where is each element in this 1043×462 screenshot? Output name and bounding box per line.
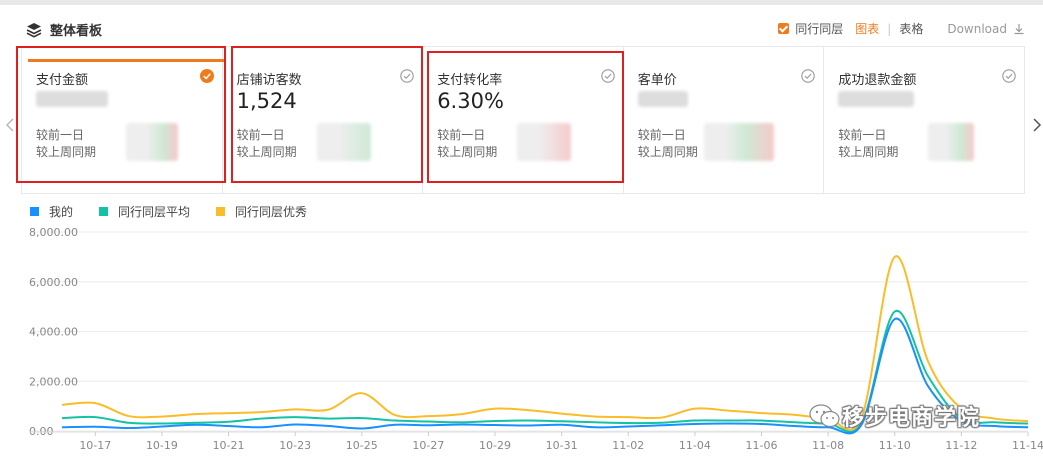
view-controls: 同行同层 图表 | 表格 Download xyxy=(778,20,1025,37)
download-icon[interactable] xyxy=(1013,23,1025,35)
metric-card-title: 成功退款金额 xyxy=(838,73,917,88)
masked-value xyxy=(637,91,688,107)
legend-item-peer-avg[interactable]: 同行同层平均 xyxy=(99,203,190,220)
chart-legend: 我的 同行同层平均 同行同层优秀 xyxy=(30,203,333,220)
legend-item-peer-top[interactable]: 同行同层优秀 xyxy=(216,203,307,220)
y-tick-label: 2,000.00 xyxy=(29,375,78,388)
legend-swatch xyxy=(216,207,226,216)
x-tick-label: 10-29 xyxy=(479,439,511,452)
cards-next-arrow[interactable] xyxy=(1032,118,1042,132)
legend-label: 我的 xyxy=(49,205,74,219)
x-tick-label: 10-21 xyxy=(213,439,245,452)
masked-compare xyxy=(928,123,975,161)
peer-checkbox-label[interactable]: 同行同层 xyxy=(795,20,843,37)
layers-icon xyxy=(26,22,42,38)
legend-swatch xyxy=(30,207,39,216)
view-separator: | xyxy=(887,21,892,36)
table-view-link[interactable]: 表格 xyxy=(899,20,923,37)
panel-header: 整体看板 同行同层 图表 | 表格 Download xyxy=(0,10,1043,46)
watermark-text: 移步电商学院 xyxy=(842,406,981,431)
x-tick-label: 10-25 xyxy=(346,439,378,452)
panel-title: 整体看板 xyxy=(50,24,103,39)
x-tick-label: 11-08 xyxy=(812,439,844,452)
metric-card-avg-order-value[interactable]: 客单价 较前一日 较上周同期 xyxy=(624,47,825,193)
masked-compare xyxy=(703,123,774,161)
x-tick-label: 11-04 xyxy=(679,439,711,452)
x-tick-label: 11-12 xyxy=(945,439,977,452)
metric-card-title: 客单价 xyxy=(637,73,677,88)
highlight-box-conversion xyxy=(427,51,624,183)
x-tick-label: 11-06 xyxy=(746,439,778,452)
top-divider xyxy=(0,0,1043,5)
download-link[interactable]: Download xyxy=(947,22,1007,36)
unselected-check-icon[interactable] xyxy=(801,69,816,83)
watermark: 移步电商学院 xyxy=(808,400,980,432)
x-tick-label: 10-17 xyxy=(79,439,111,452)
wechat-icon xyxy=(809,404,840,428)
legend-swatch xyxy=(99,207,109,216)
x-tick-label: 10-23 xyxy=(279,439,311,452)
y-tick-label: 4,000.00 xyxy=(29,326,78,339)
y-tick-label: 6,000.00 xyxy=(29,276,78,289)
legend-label: 同行同层优秀 xyxy=(235,205,308,219)
compare-week-label: 较上周同期 xyxy=(838,145,899,159)
compare-day-label: 较前一日 xyxy=(838,128,887,142)
metric-card-refund-amount[interactable]: 成功退款金额 较前一日 较上周同期 xyxy=(824,47,1024,193)
highlight-box-visitors xyxy=(231,46,423,183)
unselected-check-icon[interactable] xyxy=(1002,69,1016,83)
peer-checkbox[interactable] xyxy=(778,23,790,34)
cards-prev-arrow[interactable] xyxy=(5,118,15,132)
x-tick-label: 11-14 xyxy=(1012,439,1043,452)
chart-view-link[interactable]: 图表 xyxy=(855,20,879,37)
x-tick-label: 10-19 xyxy=(146,439,178,452)
x-tick-label: 11-10 xyxy=(879,439,911,452)
compare-day-label: 较前一日 xyxy=(637,128,686,142)
x-tick-label: 10-31 xyxy=(546,439,578,452)
compare-week-label: 较上周同期 xyxy=(637,145,698,159)
x-tick-label: 11-02 xyxy=(612,439,644,452)
legend-item-mine[interactable]: 我的 xyxy=(30,203,73,220)
y-tick-label: 8,000.00 xyxy=(29,226,78,239)
legend-label: 同行同层平均 xyxy=(118,205,191,219)
masked-value xyxy=(838,91,915,107)
highlight-box-payment xyxy=(16,46,226,183)
panel-title-group: 整体看板 xyxy=(26,20,102,39)
x-tick-label: 10-27 xyxy=(412,439,444,452)
